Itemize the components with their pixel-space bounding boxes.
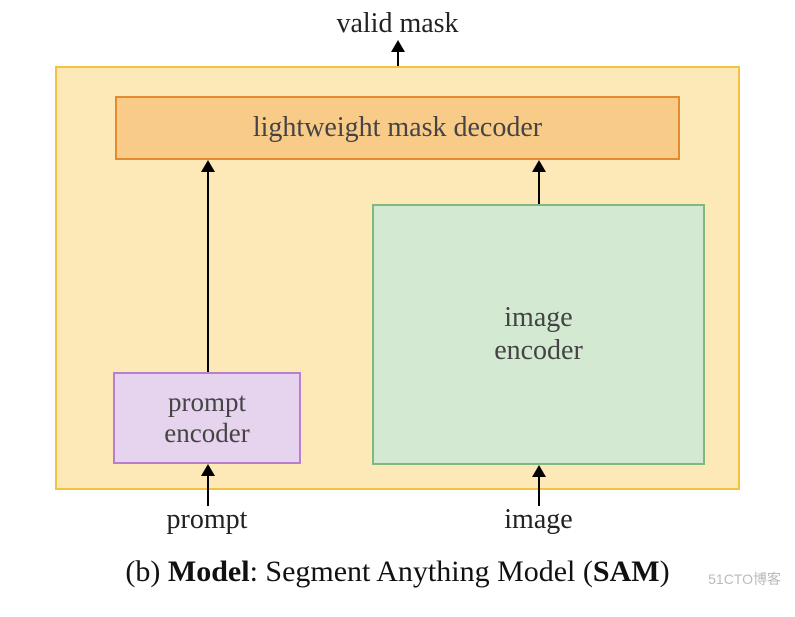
caption-bold-model: Model xyxy=(168,555,250,588)
figure-caption: (b) Model: Segment Anything Model (SAM) xyxy=(0,555,795,589)
prompt-encoder-label-line2: encoder xyxy=(164,418,249,448)
image-encoder-label: image encoder xyxy=(494,302,583,366)
diagram-canvas: valid mask lightweight mask decoder prom… xyxy=(0,0,795,617)
prompt-input-label: prompt xyxy=(113,504,301,536)
caption-suffix: ) xyxy=(660,555,670,588)
arrow-prompt-to-encoder xyxy=(207,464,209,506)
image-input-label: image xyxy=(372,504,705,536)
caption-prefix: (b) xyxy=(125,555,167,588)
caption-mid: : Segment Anything Model ( xyxy=(250,555,593,588)
watermark-text: 51CTO博客 xyxy=(708,569,781,589)
prompt-encoder-label: prompt encoder xyxy=(164,387,249,449)
mask-decoder-box: lightweight mask decoder xyxy=(115,96,680,160)
prompt-encoder-label-line1: prompt xyxy=(168,387,246,417)
image-encoder-label-line2: encoder xyxy=(494,335,583,366)
mask-decoder-label: lightweight mask decoder xyxy=(253,112,542,144)
prompt-encoder-box: prompt encoder xyxy=(113,372,301,464)
arrow-image-encoder-to-decoder xyxy=(538,160,540,204)
image-encoder-box: image encoder xyxy=(372,204,705,465)
arrow-prompt-encoder-to-decoder xyxy=(207,160,209,372)
arrow-decoder-to-output xyxy=(397,40,399,66)
caption-bold-sam: SAM xyxy=(593,555,660,588)
output-label: valid mask xyxy=(0,8,795,40)
arrow-image-to-encoder xyxy=(538,465,540,506)
image-encoder-label-line1: image xyxy=(504,302,572,333)
